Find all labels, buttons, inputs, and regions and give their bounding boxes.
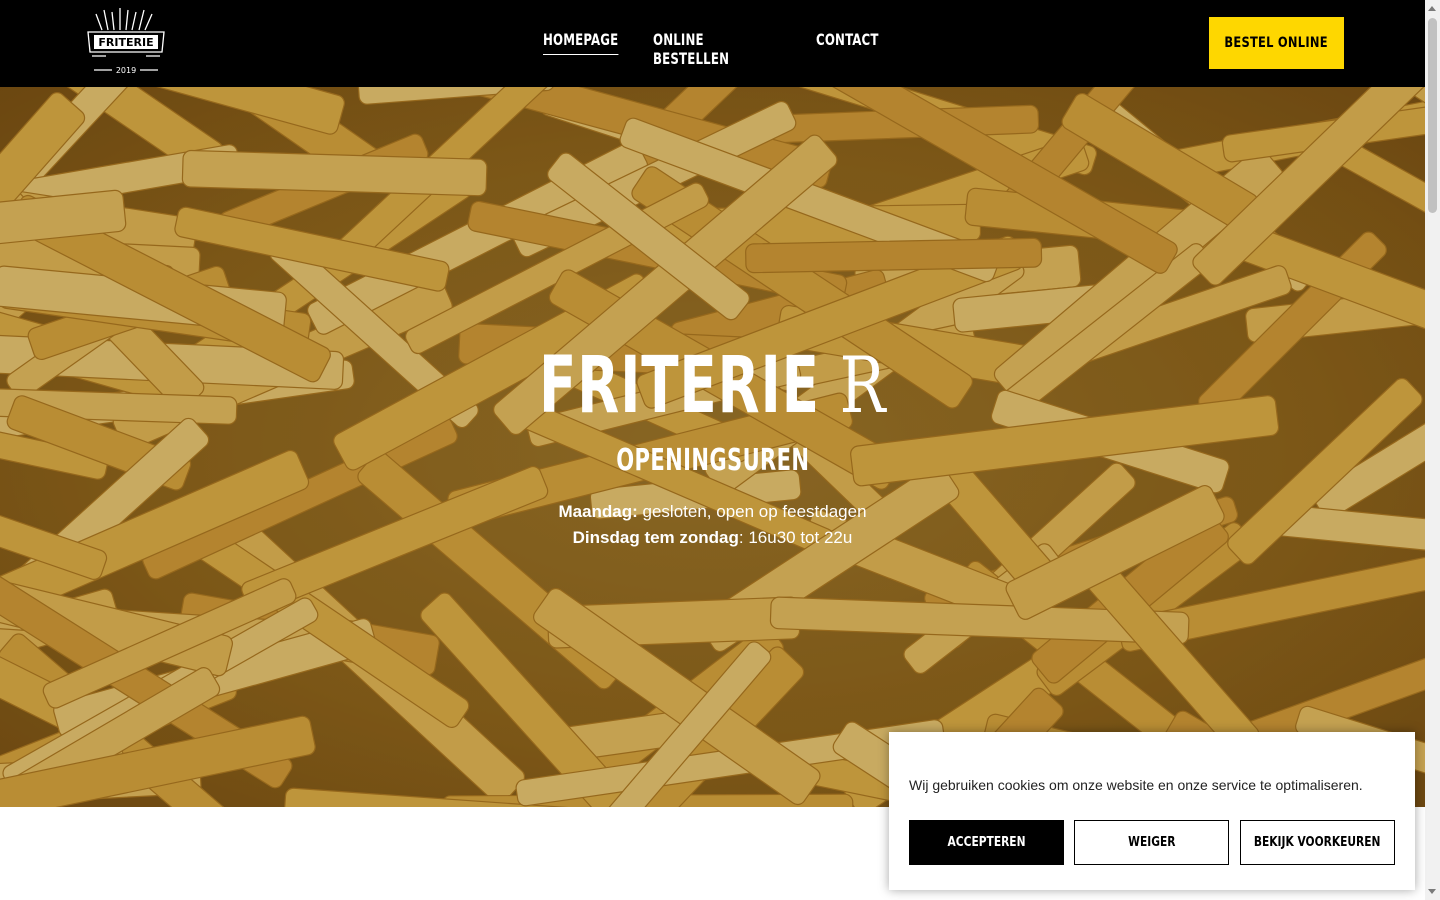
view-preferences-button[interactable]: BEKIJK VOORKEUREN [1240,820,1395,865]
logo-word: FRITERIE [98,36,153,49]
hours-row-monday: Maandag: gesloten, open op feestdagen [0,499,1425,525]
hero-section: FRITERIE R OPENINGSUREN Maandag: geslote… [0,87,1425,807]
nav-item-homepage: HOMEPAGE [543,30,619,73]
hours-text: : 16u30 tot 22u [738,528,853,547]
scroll-up-arrow-icon[interactable] [1428,6,1436,11]
logo-year: 2019 [116,66,136,74]
nav-link-contact[interactable]: CONTACT [816,30,879,54]
nav-link-homepage[interactable]: HOMEPAGE [543,30,619,55]
view-preferences-label: BEKIJK VOORKEUREN [1254,835,1381,850]
main-nav: HOMEPAGE ONLINE BESTELLEN CONTACT [543,30,878,73]
bestel-online-label: BESTEL ONLINE [1224,35,1329,51]
site-header: FRITERIE 2019 HOMEPAGE ONLINE BESTELLEN … [0,0,1425,87]
scroll-thumb[interactable] [1428,18,1437,213]
hours-day: Dinsdag tem zondag [572,528,739,547]
nav-item-online-bestellen: ONLINE BESTELLEN [653,30,776,73]
cookie-message: Wij gebruiken cookies om onze website en… [909,777,1363,793]
bestel-online-button[interactable]: BESTEL ONLINE [1209,17,1344,69]
opening-hours-list: Maandag: gesloten, open op feestdagen Di… [0,499,1425,551]
nav-link-online-bestellen[interactable]: ONLINE BESTELLEN [653,30,754,73]
scroll-down-arrow-icon[interactable] [1428,889,1436,894]
opening-hours-heading: OPENINGSUREN [615,443,810,478]
deny-cookies-label: WEIGER [1127,835,1176,850]
hero-title: FRITERIE R [539,345,886,427]
nav-item-contact: CONTACT [816,30,878,73]
hero-content: FRITERIE R OPENINGSUREN Maandag: geslote… [0,345,1425,551]
accept-cookies-label: ACCEPTEREN [947,835,1026,850]
hours-row-tue-sun: Dinsdag tem zondag: 16u30 tot 22u [0,525,1425,551]
hero-title-letter: R [839,341,887,431]
friterie-logo[interactable]: FRITERIE 2019 [82,6,170,75]
hours-day: Maandag: [558,502,638,521]
cookie-consent-banner: Wij gebruiken cookies om onze website en… [889,732,1415,890]
hours-text: gesloten, open op feestdagen [637,502,867,521]
hero-title-main: FRITERIE [538,341,820,431]
deny-cookies-button[interactable]: WEIGER [1074,820,1229,865]
accept-cookies-button[interactable]: ACCEPTEREN [909,820,1064,865]
page-scrollbar[interactable] [1425,0,1440,900]
